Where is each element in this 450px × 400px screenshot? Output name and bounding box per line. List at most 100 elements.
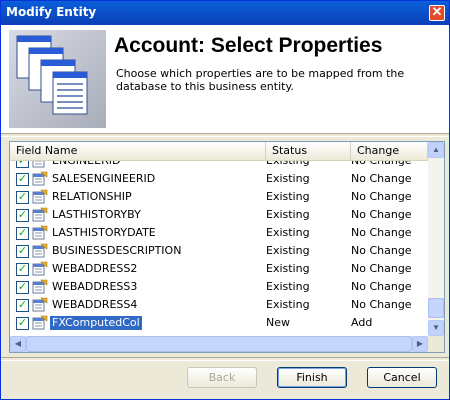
properties-list[interactable]: Field Name Status Change ✓ ENGINEERID Exis… [9,141,445,353]
property-icon [32,279,48,294]
checkmark-icon: ✓ [17,172,28,185]
property-icon [32,261,48,276]
scroll-right-button[interactable]: ▶ [412,336,428,352]
back-button[interactable]: Back [187,367,257,388]
field-status: Existing [266,226,310,239]
scroll-left-button[interactable]: ◀ [10,336,26,352]
column-header-field-name[interactable]: Field Name [10,142,266,160]
chevron-right-icon: ▶ [416,339,424,348]
field-status: Existing [266,244,310,257]
table-row[interactable]: ✓ RELATIONSHIP Existing No Change [10,188,428,206]
checkmark-icon: ✓ [17,262,28,275]
row-checkbox[interactable]: ✓ [16,208,29,222]
column-headers: Field Name Status Change [10,142,428,161]
chevron-left-icon: ◀ [14,339,22,348]
row-checkbox[interactable]: ✓ [16,226,29,240]
column-header-change[interactable]: Change [351,142,428,160]
row-checkbox[interactable]: ✓ [16,172,29,186]
vertical-scroll-thumb[interactable] [428,298,444,318]
table-row[interactable]: ✓ WEBADDRESS4 Existing No Change [10,296,428,314]
wizard-header: Account: Select Properties Choose which … [1,25,449,133]
row-checkbox[interactable]: ✓ [16,280,29,294]
field-change: No Change [351,226,412,239]
field-status: Existing [266,161,310,167]
table-row[interactable]: ✓ FXComputedCol New Add [10,314,428,332]
field-change: No Change [351,190,412,203]
property-icon [32,161,48,168]
field-name: WEBADDRESS4 [52,298,138,311]
checkmark-icon: ✓ [17,208,28,221]
table-row[interactable]: ✓ BUSINESSDESCRIPTION Existing No Change [10,242,428,260]
field-change: No Change [351,161,412,167]
checkmark-icon: ✓ [17,244,28,257]
horizontal-scroll-thumb[interactable] [26,336,412,352]
table-row[interactable]: ✓ LASTHISTORYBY Existing No Change [10,206,428,224]
list-rows: ✓ ENGINEERID Existing No Change ✓ SALESENGINE… [10,161,428,332]
finish-button[interactable]: Finish [277,367,347,388]
back-button-label: Back [208,371,236,384]
page-title: Account: Select Properties [114,34,383,57]
checkmark-icon: ✓ [17,280,28,293]
scroll-up-button[interactable]: ▲ [428,142,444,158]
field-change: Add [351,316,373,329]
field-name: WEBADDRESS3 [52,280,138,293]
horizontal-scrollbar[interactable]: ◀ ▶ [10,336,428,352]
finish-button-label: Finish [296,371,328,384]
property-icon [32,315,48,330]
close-icon: ✕ [431,4,443,19]
title-bar[interactable]: Modify Entity ✕ [1,1,449,25]
scrollbar-corner [428,336,444,352]
row-checkbox[interactable]: ✓ [16,244,29,258]
row-checkbox[interactable]: ✓ [16,161,29,168]
field-name: WEBADDRESS2 [52,262,138,275]
window-title: Modify Entity [6,5,97,19]
row-checkbox[interactable]: ✓ [16,190,29,204]
table-row[interactable]: ✓ WEBADDRESS2 Existing No Change [10,260,428,278]
row-checkbox[interactable]: ✓ [16,316,29,330]
checkmark-icon: ✓ [17,298,28,311]
checkmark-icon: ✓ [17,226,28,239]
checkmark-icon: ✓ [17,316,28,329]
field-change: No Change [351,244,412,257]
field-status: Existing [266,208,310,221]
property-icon [32,171,48,186]
property-icon [32,207,48,222]
field-name: LASTHISTORYBY [52,208,141,221]
field-status: Existing [266,280,310,293]
modify-entity-window: Modify Entity ✕ Account: Select Properti… [0,0,450,400]
field-status: Existing [266,190,310,203]
table-row[interactable]: ✓ LASTHISTORYDATE Existing No Change [10,224,428,242]
vertical-scrollbar[interactable]: ▲ ▼ [428,142,444,336]
field-name: FXComputedCol [50,316,142,330]
field-name: SALESENGINEERID [52,172,156,185]
close-button[interactable]: ✕ [429,4,445,21]
property-icon [32,225,48,240]
table-row[interactable]: ✓ SALESENGINEERID Existing No Change [10,170,428,188]
field-change: No Change [351,172,412,185]
scroll-down-button[interactable]: ▼ [428,320,444,336]
cancel-button[interactable]: Cancel [367,367,437,388]
field-name: ENGINEERID [50,161,122,168]
field-status: Existing [266,262,310,275]
field-change: No Change [351,298,412,311]
chevron-down-icon: ▼ [432,323,440,332]
cancel-button-label: Cancel [383,371,421,384]
table-row[interactable]: ✓ ENGINEERID Existing No Change [10,161,428,170]
table-row[interactable]: ✓ WEBADDRESS3 Existing No Change [10,278,428,296]
header-divider [1,133,449,137]
field-name: BUSINESSDESCRIPTION [52,244,182,257]
field-change: No Change [351,262,412,275]
field-name: RELATIONSHIP [52,190,132,203]
field-status: New [266,316,290,329]
property-icon [32,189,48,204]
field-change: No Change [351,208,412,221]
field-status: Existing [266,298,310,311]
checkmark-icon: ✓ [17,190,28,203]
chevron-up-icon: ▲ [432,145,440,154]
row-checkbox[interactable]: ✓ [16,262,29,276]
property-icon [32,297,48,312]
column-header-status[interactable]: Status [266,142,351,160]
page-description: Choose which properties are to be mapped… [116,67,405,93]
row-checkbox[interactable]: ✓ [16,298,29,312]
field-status: Existing [266,172,310,185]
